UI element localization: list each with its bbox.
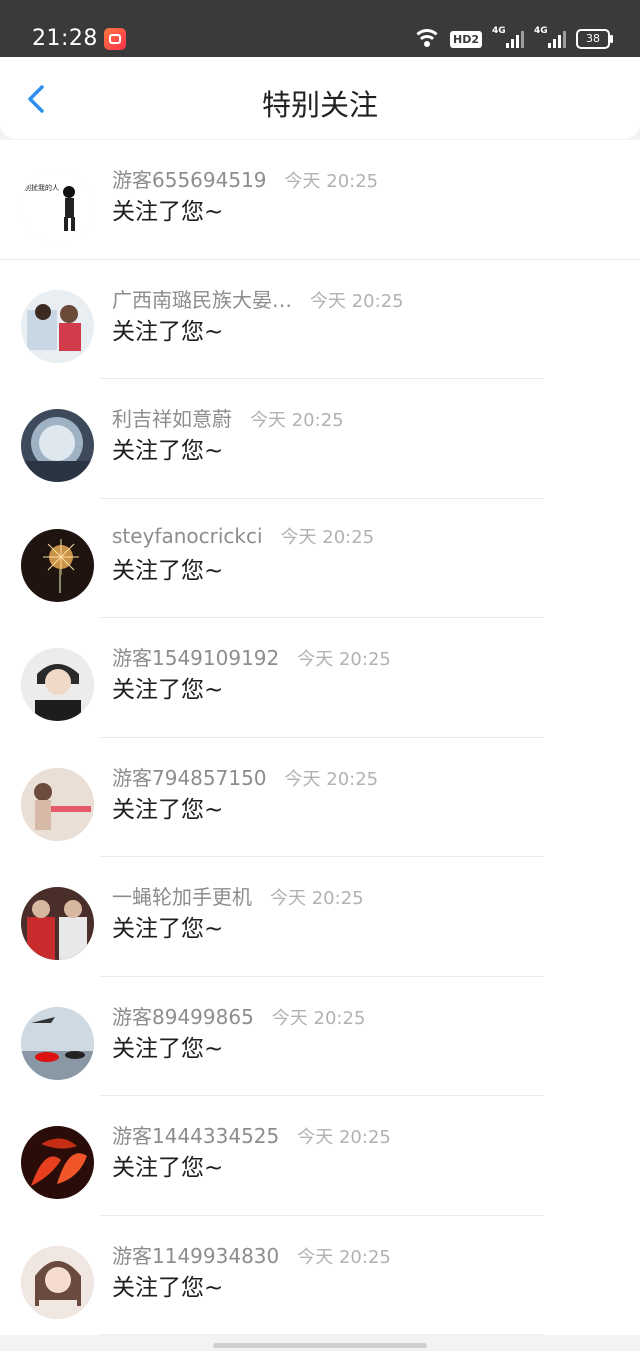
page-title: 特别关注: [261, 88, 378, 122]
item-meta: 游客655694519 今天 20:25: [112, 164, 378, 193]
item-meta: 游客89499865 今天 20:25: [112, 1001, 365, 1030]
list-item[interactable]: 一蝇轮加手更机 今天 20:25 关注了您~: [0, 857, 640, 977]
item-time: 今天 20:25: [280, 526, 375, 548]
item-message: 关注了您~: [112, 438, 224, 464]
item-meta: 一蝇轮加手更机 今天 20:25: [112, 881, 364, 910]
item-meta: steyfanocrickci 今天 20:25: [112, 523, 374, 549]
list-item[interactable]: 游客1549109192 今天 20:25 关注了您~: [0, 618, 640, 738]
list-item[interactable]: 广西南璐民族大晏… 今天 20:25 关注了您~: [0, 259, 640, 379]
avatar[interactable]: [21, 648, 94, 721]
status-bar: 21:28 HD2 4G 4G 38: [0, 0, 640, 57]
user-name[interactable]: 游客794857150: [112, 766, 267, 790]
signal-label: 4G: [492, 26, 506, 36]
signal-icon: 4G: [534, 26, 566, 48]
item-time: 今天 20:25: [284, 171, 379, 192]
avatar[interactable]: [21, 528, 94, 602]
item-message: 关注了您~: [112, 557, 224, 584]
app-icon: [104, 28, 126, 50]
user-name[interactable]: 一蝇轮加手更机: [112, 885, 252, 909]
signal-icon: 4G: [492, 26, 524, 48]
user-name[interactable]: 游客89499865: [112, 1005, 254, 1029]
list-item[interactable]: 利吉祥如意蔚 今天 20:25 关注了您~: [0, 379, 640, 499]
item-meta: 游客1149934830 今天 20:25: [112, 1240, 391, 1269]
item-message: 关注了您~: [112, 318, 224, 345]
user-name[interactable]: 游客1149934830: [112, 1244, 279, 1268]
wifi-icon: [412, 29, 442, 49]
avatar[interactable]: [21, 1245, 94, 1319]
avatar[interactable]: [21, 1006, 94, 1080]
svg-text:别扰我的人: 别扰我的人: [24, 183, 59, 192]
user-name[interactable]: 利吉祥如意蔚: [112, 407, 232, 431]
item-meta: 游客1444334525 今天 20:25: [112, 1120, 391, 1149]
user-name[interactable]: 游客655694519: [112, 168, 267, 192]
item-time: 今天 20:25: [297, 1246, 391, 1268]
list-item[interactable]: 别扰我的人 游客655694519 今天 20:25 关注了您~: [0, 140, 640, 260]
list-item[interactable]: 游客1149934830 今天 20:25 关注了您~: [0, 1215, 640, 1335]
list-item[interactable]: 游客89499865 今天 20:25 关注了您~: [0, 976, 640, 1096]
item-meta: 游客794857150 今天 20:25: [112, 762, 378, 791]
notification-list: 别扰我的人 游客655694519 今天 20:25 关注了您~ 广西南璐民族大晏…: [0, 140, 640, 1335]
home-indicator[interactable]: [213, 1343, 427, 1348]
item-time: 今天 20:25: [270, 888, 364, 909]
avatar[interactable]: 别扰我的人: [21, 170, 94, 243]
list-item[interactable]: 游客1444334525 今天 20:25 关注了您~: [0, 1096, 640, 1216]
list-item[interactable]: steyfanocrickci 今天 20:25 关注了您~: [0, 498, 640, 618]
user-name[interactable]: 游客1444334525: [112, 1124, 279, 1148]
avatar[interactable]: [21, 767, 94, 841]
header: 特别关注: [0, 57, 640, 139]
item-time: 今天 20:25: [271, 1007, 366, 1029]
avatar[interactable]: [21, 887, 94, 960]
avatar[interactable]: [21, 289, 94, 363]
battery-icon: 38: [576, 29, 613, 49]
list-item[interactable]: 游客794857150 今天 20:25 关注了您~: [0, 737, 640, 857]
item-meta: 广西南璐民族大晏… 今天 20:25: [112, 284, 404, 313]
item-time: 今天 20:25: [250, 410, 344, 431]
item-message: 关注了您~: [112, 796, 224, 823]
item-time: 今天 20:25: [284, 768, 379, 790]
item-message: 关注了您~: [112, 1035, 224, 1062]
item-message: 关注了您~: [112, 677, 224, 703]
user-name[interactable]: 广西南璐民族大晏…: [112, 288, 292, 312]
item-meta: 利吉祥如意蔚 今天 20:25: [112, 403, 344, 432]
divider: [100, 1334, 544, 1335]
item-time: 今天 20:25: [297, 649, 391, 670]
item-message: 关注了您~: [112, 1274, 224, 1301]
user-name[interactable]: steyfanocrickci: [112, 524, 263, 548]
user-name[interactable]: 游客1549109192: [112, 646, 279, 670]
item-message: 关注了您~: [112, 916, 224, 942]
item-message: 关注了您~: [112, 1155, 224, 1181]
status-time: 21:28: [32, 26, 98, 51]
item-meta: 游客1549109192 今天 20:25: [112, 642, 391, 671]
avatar[interactable]: [21, 409, 94, 482]
avatar[interactable]: [21, 1126, 94, 1199]
hd-icon: HD2: [450, 30, 482, 48]
item-message: 关注了您~: [112, 199, 224, 225]
status-icons: HD2 4G 4G 38: [412, 26, 613, 50]
item-time: 今天 20:25: [310, 290, 404, 312]
signal-label: 4G: [534, 26, 548, 36]
item-time: 今天 20:25: [297, 1127, 391, 1148]
